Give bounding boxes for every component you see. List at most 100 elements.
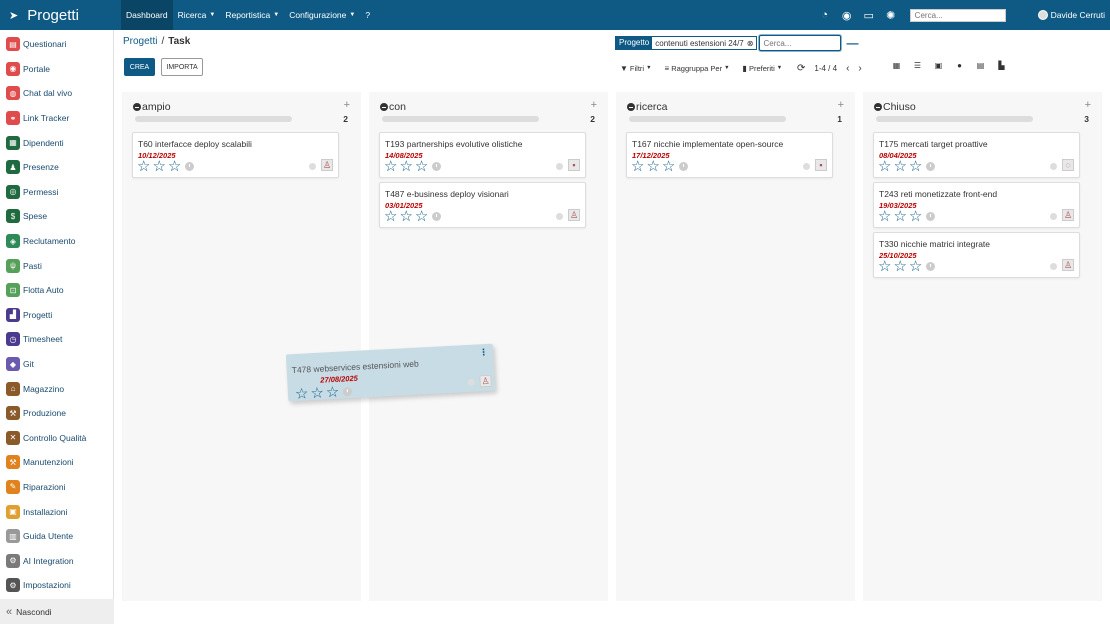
print-icon[interactable]: ▭ (858, 9, 880, 22)
sidebar-item-installazioni[interactable]: ▣ Installazioni (0, 499, 113, 524)
app-brand[interactable]: ➤ Progetti (0, 0, 121, 30)
search-options-toggle[interactable]: — (846, 36, 858, 50)
clock-icon[interactable] (185, 162, 195, 171)
priority-stars[interactable]: ☆ ☆ ☆ (631, 159, 689, 174)
chevron-left-icon[interactable]: ‹ (846, 63, 849, 74)
sidebar-item-riparazioni[interactable]: ✎ Riparazioni (0, 475, 113, 500)
fold-column-icon[interactable] (380, 103, 388, 111)
sidebar-item-impostazioni[interactable]: ⚙ Impostazioni (0, 573, 113, 598)
favorites-dropdown[interactable]: ▮ Preferiti ▼ (743, 64, 783, 73)
plus-icon[interactable]: + (591, 99, 597, 111)
pivot-view-icon[interactable]: ▤ (970, 61, 991, 70)
star-icon[interactable]: ☆ (909, 159, 922, 174)
star-icon[interactable]: ☆ (415, 159, 428, 174)
user-menu[interactable]: Davide Cerruti (1037, 10, 1105, 20)
sidebar-item-manutenzioni[interactable]: ⚒ Manutenzioni (0, 450, 113, 475)
priority-stars[interactable]: ☆ ☆ ☆ (384, 209, 442, 224)
close-circle-icon[interactable]: ⊗ (747, 39, 757, 48)
state-dot[interactable] (1050, 263, 1057, 270)
column-header[interactable]: ricerca (627, 100, 844, 114)
chevron-right-icon[interactable]: › (858, 63, 861, 74)
sidebar-item-link-tracker[interactable]: ⚭ Link Tracker (0, 106, 113, 131)
sidebar-item-pasti[interactable]: ψ Pasti (0, 253, 113, 278)
kebab-menu-icon[interactable]: ⋮ (479, 347, 489, 358)
sidebar-item-guida-utente[interactable]: ▥ Guida Utente (0, 524, 113, 549)
column-header[interactable]: ampio (133, 100, 350, 114)
clock-icon[interactable] (432, 162, 442, 171)
task-card[interactable]: T243 reti monetizzate front-end 19/03/20… (873, 182, 1080, 228)
star-icon[interactable]: ☆ (893, 159, 906, 174)
star-icon[interactable]: ☆ (384, 209, 397, 224)
create-button[interactable]: CREA (124, 58, 155, 76)
clock-icon[interactable] (926, 162, 936, 171)
global-search-input[interactable] (909, 8, 1006, 22)
sidebar-item-questionari[interactable]: ▤ Questionari (0, 32, 113, 57)
kanban-view-icon[interactable]: ▦ (886, 61, 907, 70)
star-icon[interactable]: ☆ (310, 385, 324, 403)
sidebar-hide-button[interactable]: « Nascondi (0, 599, 114, 624)
fold-column-icon[interactable] (627, 103, 635, 111)
priority-stars[interactable]: ☆ ☆ ☆ (295, 384, 353, 403)
nav-dashboard[interactable]: Dashboard (121, 0, 173, 30)
sidebar-item-timesheet[interactable]: ◷ Timesheet (0, 327, 113, 352)
sidebar-item-permessi[interactable]: ◎ Permessi (0, 180, 113, 205)
state-dot[interactable] (1050, 213, 1057, 220)
star-icon[interactable]: ☆ (878, 209, 891, 224)
star-icon[interactable]: ☆ (909, 209, 922, 224)
star-icon[interactable]: ☆ (893, 209, 906, 224)
star-icon[interactable]: ☆ (878, 259, 891, 274)
sidebar-item-progetti[interactable]: ▟ Progetti (0, 303, 113, 328)
nav-reportistica[interactable]: Reportistica ▼ (220, 0, 284, 30)
column-header[interactable]: Chiuso (874, 100, 1091, 114)
star-icon[interactable]: ☆ (399, 209, 412, 224)
clock-icon[interactable] (679, 162, 689, 171)
breadcrumb-parent[interactable]: Progetti (123, 36, 157, 47)
clock-icon[interactable] (343, 387, 353, 397)
pager-value[interactable]: 1-4 / 4 (814, 64, 837, 73)
sidebar-item-chat-dal-vivo[interactable]: ◍ Chat dal vivo (0, 81, 113, 106)
task-card[interactable]: T193 partnerships evolutive olistiche 14… (379, 132, 586, 178)
sidebar-item-magazzino[interactable]: ⌂ Magazzino (0, 376, 113, 401)
plus-icon[interactable]: + (1085, 99, 1091, 111)
sidebar-item-presenze[interactable]: ♟ Presenze (0, 155, 113, 180)
star-icon[interactable]: ☆ (878, 159, 891, 174)
sidebar-item-produzione[interactable]: ⚒ Produzione (0, 401, 113, 426)
star-icon[interactable]: ☆ (168, 159, 181, 174)
star-icon[interactable]: ☆ (662, 159, 675, 174)
priority-stars[interactable]: ☆ ☆ ☆ (878, 259, 936, 274)
calendar-view-icon[interactable]: ▣ (928, 61, 949, 70)
nav-help[interactable]: ? (360, 0, 375, 30)
list-view-icon[interactable]: ☰ (907, 61, 928, 70)
fold-column-icon[interactable] (133, 103, 141, 111)
column-progress-bar[interactable] (876, 116, 1033, 122)
priority-stars[interactable]: ☆ ☆ ☆ (878, 209, 936, 224)
task-card[interactable]: T167 nicchie implementate open-source 17… (626, 132, 833, 178)
fold-column-icon[interactable] (874, 103, 882, 111)
sidebar-item-controllo-qualit-[interactable]: ✕ Controllo Qualità (0, 426, 113, 451)
search-input[interactable] (759, 35, 842, 51)
filters-dropdown[interactable]: ▼ Filtri ▼ (620, 64, 652, 73)
star-icon[interactable]: ☆ (137, 159, 150, 174)
nav-ricerca[interactable]: Ricerca ▼ (173, 0, 221, 30)
state-dot[interactable] (556, 163, 563, 170)
star-icon[interactable]: ☆ (646, 159, 659, 174)
sidebar-item-dipendenti[interactable]: ▦ Dipendenti (0, 130, 113, 155)
search-facet[interactable]: Progetto contenuti estensioni 24/7 ⊗ (615, 36, 758, 50)
state-dot[interactable] (556, 213, 563, 220)
column-header[interactable]: con (380, 100, 597, 114)
priority-stars[interactable]: ☆ ☆ ☆ (384, 159, 442, 174)
star-icon[interactable]: ☆ (295, 385, 309, 403)
plus-icon[interactable]: + (344, 99, 350, 111)
star-icon[interactable]: ☆ (893, 259, 906, 274)
clock-icon[interactable] (926, 262, 936, 271)
star-icon[interactable]: ☆ (631, 159, 644, 174)
graph-view-icon[interactable]: ▙ (991, 61, 1012, 70)
star-icon[interactable]: ☆ (399, 159, 412, 174)
star-icon[interactable]: ☆ (152, 159, 165, 174)
column-progress-bar[interactable] (135, 116, 292, 122)
sidebar-item-git[interactable]: ◆ Git (0, 352, 113, 377)
priority-stars[interactable]: ☆ ☆ ☆ (137, 159, 195, 174)
star-icon[interactable]: ☆ (415, 209, 428, 224)
task-card[interactable]: T330 nicchie matrici integrate 25/10/202… (873, 232, 1080, 278)
star-icon[interactable]: ☆ (325, 384, 339, 402)
